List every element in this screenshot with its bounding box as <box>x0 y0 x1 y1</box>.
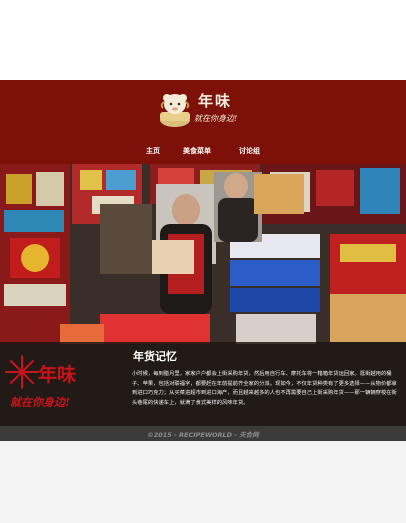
sheep-icon <box>160 94 190 127</box>
nav-food-menu[interactable]: 美食菜单 <box>183 146 211 156</box>
copyright-text: ©2015 - RECIPEWORLD - 天合网 <box>147 431 259 439</box>
nav-home[interactable]: 主页 <box>146 146 160 156</box>
hero-banner: 年味 就在你身边! 年货记忆 小时候，每到腊月里，家家户户都会上街采购年货，然后… <box>0 164 406 426</box>
caption-logo: 年味 就在你身边! <box>4 354 112 416</box>
hero-title: 年货记忆 <box>133 350 177 363</box>
site-footer: ©2015 - RECIPEWORLD - 天合网 <box>0 426 406 441</box>
caption-logo-slogan: 就在你身边! <box>10 396 70 409</box>
page-top-whitespace <box>0 0 406 80</box>
logo-slogan: 就在你身边! <box>194 114 238 123</box>
site-logo[interactable]: 年味 就在你身边! <box>158 90 250 136</box>
caption-logo-title: 年味 <box>38 364 77 386</box>
main-nav: 主页 美食菜单 讨论组 <box>0 146 406 160</box>
firework-icon <box>5 355 39 389</box>
hero-caption-panel: 年味 就在你身边! 年货记忆 小时候，每到腊月里，家家户户都会上街采购年货，然后… <box>0 342 406 426</box>
nav-discussion[interactable]: 讨论组 <box>239 146 260 156</box>
hero-text: 小时候，每到腊月里，家家户户都会上街采购年货，然后用自行车、摩托车将一箱箱年货运… <box>132 371 397 406</box>
logo-title: 年味 <box>198 92 233 110</box>
